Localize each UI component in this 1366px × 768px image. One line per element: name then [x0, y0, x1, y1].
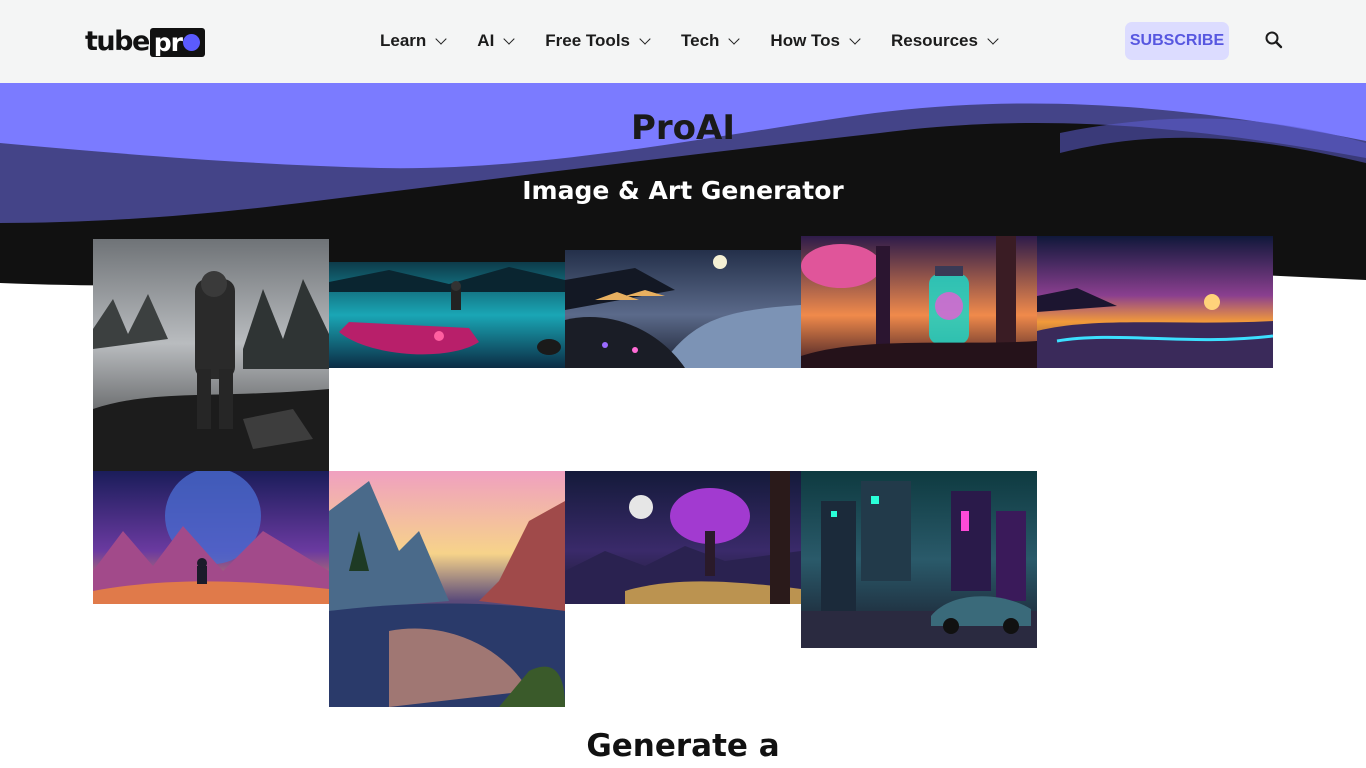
nav-label: Free Tools: [545, 31, 630, 50]
purple-tree-moonlit-image[interactable]: [565, 471, 801, 604]
nav-label: AI: [477, 31, 495, 50]
chevron-down-icon: [639, 33, 651, 45]
chevron-down-icon: [987, 33, 999, 45]
section-heading: Generate a: [586, 728, 780, 764]
chevron-down-icon: [435, 33, 447, 45]
tubepro-logo[interactable]: tube pr: [85, 26, 206, 57]
hero-subtitle: Image & Art Generator: [522, 176, 844, 205]
nav-item-tech[interactable]: Tech: [681, 30, 741, 52]
chevron-down-icon: [728, 33, 741, 45]
glowing-jar-in-forest-image[interactable]: [801, 236, 1037, 368]
main-nav: Learn AI Free Tools Tech How Tos Resourc…: [380, 30, 1029, 52]
nav-item-learn[interactable]: Learn: [380, 30, 447, 52]
cyberpunk-city-car-image[interactable]: [801, 471, 1037, 648]
logo-dot-icon: [183, 33, 201, 51]
nav-item-free-tools[interactable]: Free Tools: [545, 30, 651, 52]
logo-text-pro: pr: [153, 27, 183, 57]
colorful-sunset-beach-image[interactable]: [1037, 236, 1273, 368]
mountain-lake-sunset-image[interactable]: [329, 471, 565, 707]
hero-title: ProAI: [630, 108, 735, 148]
nav-item-how-tos[interactable]: How Tos: [770, 30, 861, 52]
logo-text-tube: tube: [85, 26, 150, 57]
chevron-down-icon: [503, 33, 515, 45]
nav-label: Learn: [380, 31, 427, 50]
night-beach-umbrellas-image[interactable]: [565, 250, 801, 368]
astronaut-on-rocky-shore-image[interactable]: [93, 239, 329, 471]
boat-on-neon-lake-image[interactable]: [329, 262, 565, 368]
logo-badge: pr: [149, 27, 206, 57]
nav-item-ai[interactable]: AI: [477, 30, 515, 52]
subscribe-button[interactable]: SUBSCRIBE: [1125, 22, 1229, 60]
nav-label: How Tos: [770, 31, 840, 50]
nav-item-resources[interactable]: Resources: [891, 30, 999, 52]
nav-label: Resources: [891, 31, 978, 50]
nav-label: Tech: [681, 31, 720, 50]
search-icon[interactable]: [1264, 30, 1284, 50]
chevron-down-icon: [849, 33, 861, 45]
site-header: tube pr Learn AI Free Tools Tech How Tos…: [0, 0, 1366, 83]
child-under-big-moon-image[interactable]: [93, 471, 329, 604]
